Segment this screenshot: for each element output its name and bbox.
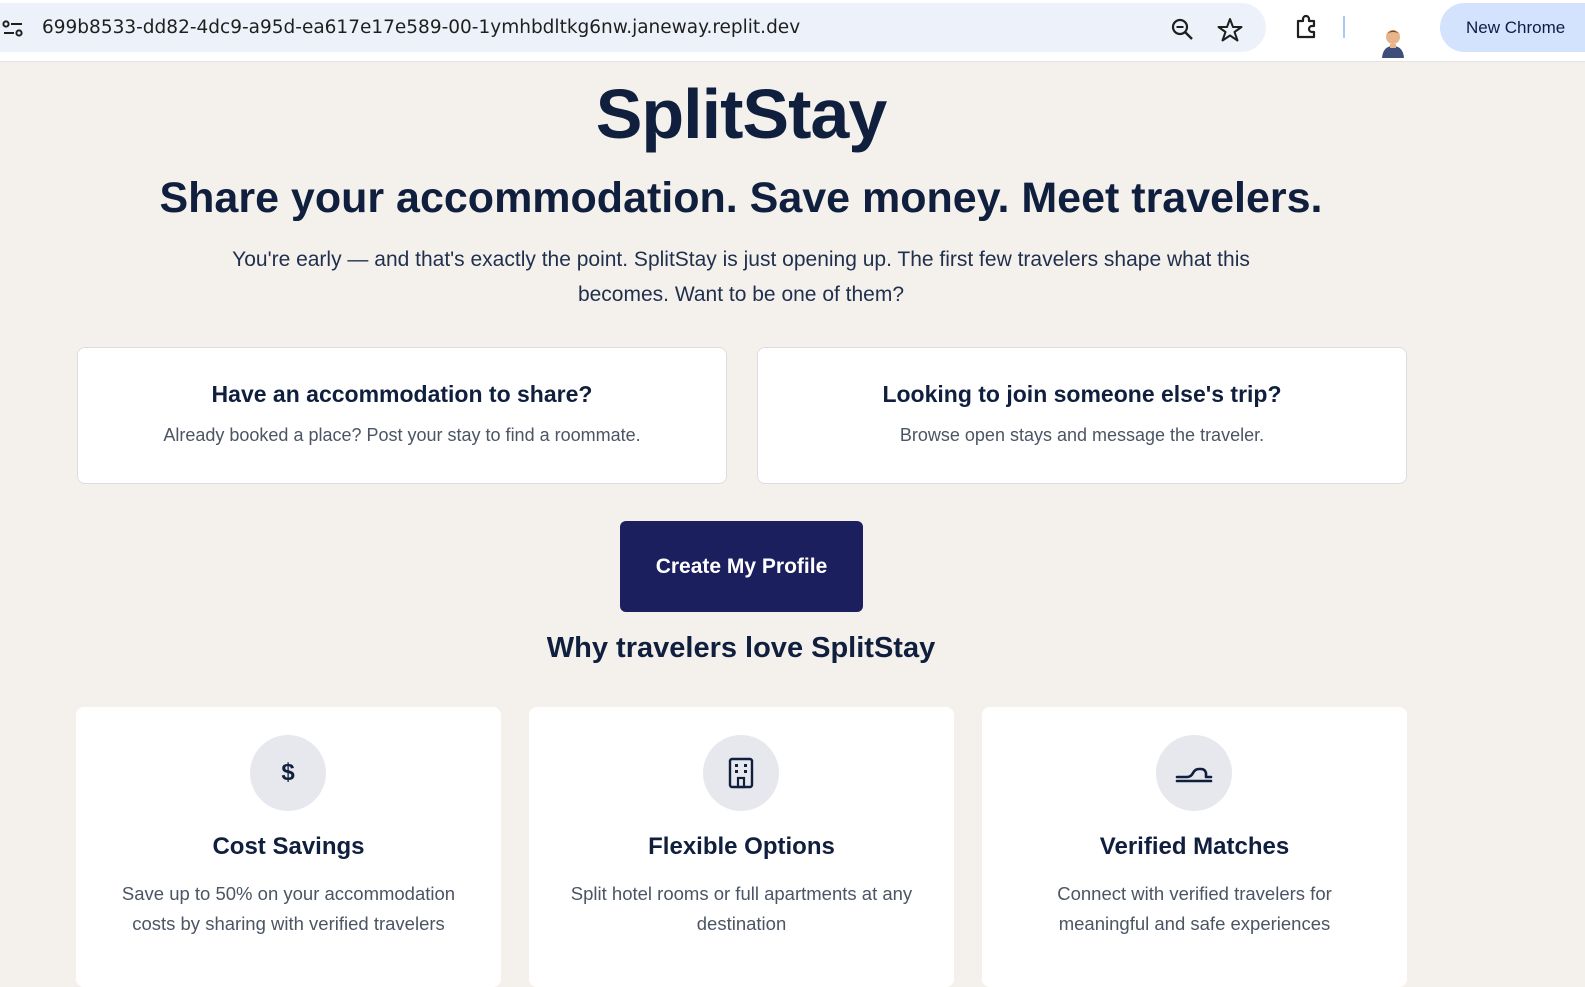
new-chrome-button[interactable]: New Chrome — [1440, 3, 1585, 52]
share-accommodation-description: Already booked a place? Post your stay t… — [163, 425, 641, 445]
building-icon — [703, 735, 779, 811]
building-svg — [728, 757, 754, 789]
feature-title: Flexible Options — [648, 833, 835, 860]
avatar[interactable] — [1378, 26, 1408, 58]
share-accommodation-card[interactable]: Have an accommodation to share? Already … — [77, 347, 727, 484]
address-bar[interactable]: 699b8533-dd82-4dc9-a95d-ea617e17e589-00-… — [0, 3, 1266, 52]
feature-description: Connect with verified travelers for mean… — [1057, 883, 1332, 934]
star-icon[interactable] — [1217, 17, 1243, 43]
feature-card-cost-savings: $ Cost Savings Save up to 50% on your ac… — [76, 707, 501, 987]
feature-description: Split hotel rooms or full apartments at … — [570, 883, 913, 934]
headline: Share your accommodation. Save money. Me… — [159, 174, 1323, 222]
site-info-icon[interactable] — [2, 19, 24, 39]
join-trip-title: Looking to join someone else's trip? — [882, 381, 1282, 407]
share-accommodation-title: Have an accommodation to share? — [211, 381, 593, 407]
url-text[interactable]: 699b8533-dd82-4dc9-a95d-ea617e17e589-00-… — [42, 17, 800, 38]
feature-title: Cost Savings — [212, 833, 365, 860]
brand-title: SplitStay — [595, 75, 888, 153]
create-profile-button[interactable]: Create My Profile — [620, 521, 863, 612]
feature-card-verified-matches: Verified Matches Connect with verified t… — [982, 707, 1407, 987]
handshake-icon — [1156, 735, 1232, 811]
toolbar-divider — [1343, 16, 1345, 38]
zoom-icon[interactable] — [1170, 17, 1196, 43]
feature-card-flexible-options: Flexible Options Split hotel rooms or fu… — [529, 707, 954, 987]
browser-toolbar: 699b8533-dd82-4dc9-a95d-ea617e17e589-00-… — [0, 0, 1585, 62]
dollar-glyph: $ — [281, 759, 295, 786]
feature-description: Save up to 50% on your accommodation cos… — [121, 883, 456, 934]
join-trip-card[interactable]: Looking to join someone else's trip? Bro… — [757, 347, 1407, 484]
feature-title: Verified Matches — [1099, 833, 1290, 860]
extensions-icon[interactable] — [1293, 13, 1321, 41]
handshake-svg — [1175, 767, 1213, 783]
join-trip-description: Browse open stays and message the travel… — [899, 425, 1265, 445]
intro-text: You're early — and that's exactly the po… — [232, 248, 1250, 306]
dollar-icon: $ — [250, 735, 326, 811]
features-heading: Why travelers love SplitStay — [546, 632, 936, 664]
